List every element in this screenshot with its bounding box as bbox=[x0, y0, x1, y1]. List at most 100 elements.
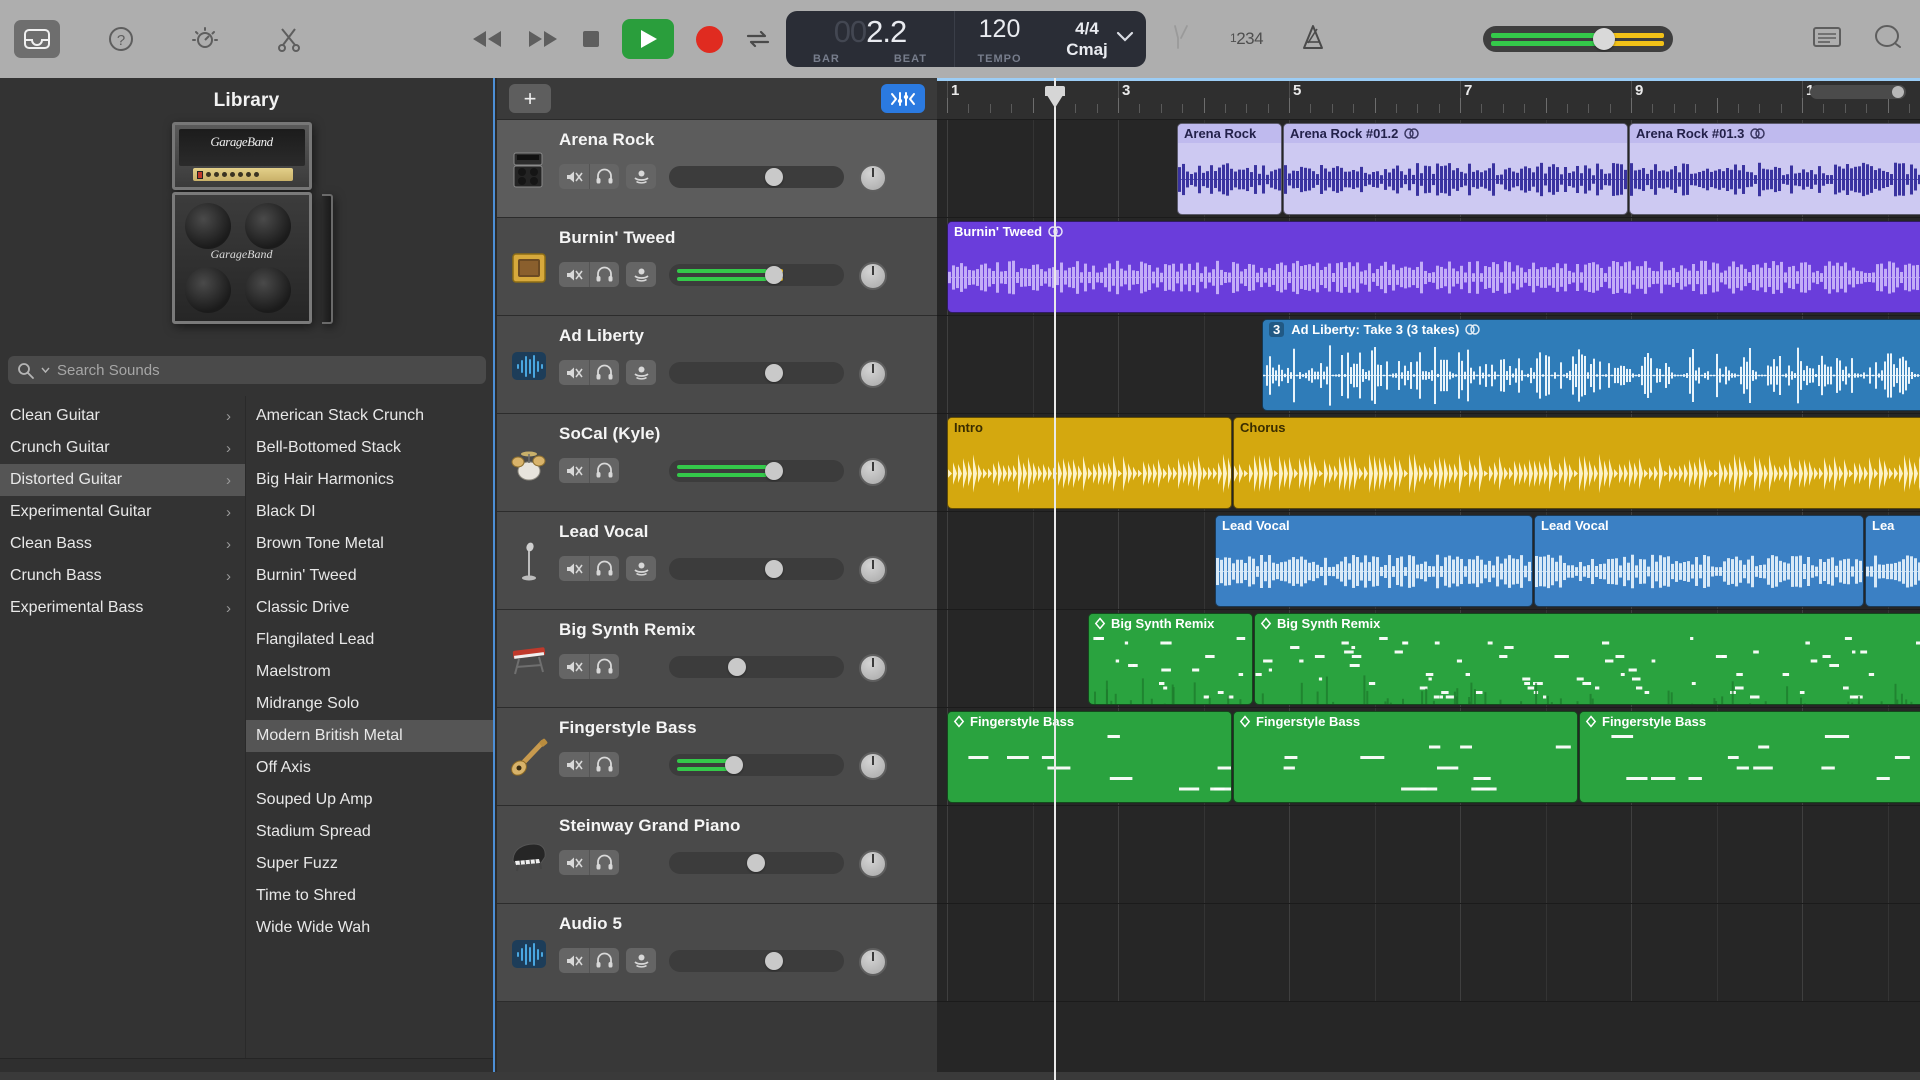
library-patch-midrange-solo[interactable]: Midrange Solo bbox=[246, 688, 493, 720]
track-lane[interactable]: 3 Ad Liberty: Take 3 (3 takes) bbox=[937, 316, 1920, 414]
track-header[interactable]: Lead Vocal bbox=[497, 512, 937, 610]
track-solo-button[interactable] bbox=[589, 948, 619, 973]
track-solo-button[interactable] bbox=[589, 752, 619, 777]
library-category-crunch-bass[interactable]: Crunch Bass › bbox=[0, 560, 245, 592]
track-pan-knob[interactable] bbox=[859, 654, 887, 682]
track-record-enable-button[interactable] bbox=[626, 164, 656, 189]
track-lane[interactable]: Intro Chorus bbox=[937, 414, 1920, 512]
track-mix-button[interactable] bbox=[881, 84, 925, 113]
track-lanes[interactable]: Arena Rock Arena Rock #01.2 Arena Rock #01… bbox=[937, 120, 1920, 1080]
timeline-region[interactable]: Burnin' Tweed bbox=[947, 221, 1920, 313]
add-track-button[interactable]: + bbox=[509, 84, 551, 113]
loop-browser-button[interactable] bbox=[1872, 23, 1902, 56]
library-patch-flangilated-lead[interactable]: Flangilated Lead bbox=[246, 624, 493, 656]
track-mute-button[interactable] bbox=[559, 360, 589, 385]
track-volume-slider[interactable] bbox=[669, 852, 844, 874]
region-header[interactable]: Lea bbox=[1866, 516, 1920, 535]
track-record-enable-button[interactable] bbox=[626, 262, 656, 287]
track-volume-knob[interactable] bbox=[725, 756, 743, 774]
track-lane[interactable]: Big Synth Remix Big Synth Remix bbox=[937, 610, 1920, 708]
track-volume-slider[interactable] bbox=[669, 656, 844, 678]
track-lane[interactable]: Lead Vocal Lead Vocal Lea bbox=[937, 512, 1920, 610]
track-pan-knob[interactable] bbox=[859, 556, 887, 584]
track-mute-button[interactable] bbox=[559, 654, 589, 679]
track-volume-knob[interactable] bbox=[765, 364, 783, 382]
timeline-region[interactable]: Lead Vocal bbox=[1534, 515, 1864, 607]
track-lane[interactable]: Arena Rock Arena Rock #01.2 Arena Rock #01… bbox=[937, 120, 1920, 218]
region-header[interactable]: 3 Ad Liberty: Take 3 (3 takes) bbox=[1263, 320, 1920, 339]
timeline-region[interactable]: Arena Rock #01.2 bbox=[1283, 123, 1628, 215]
region-header[interactable]: Arena Rock #01.2 bbox=[1284, 124, 1627, 143]
track-mute-button[interactable] bbox=[559, 850, 589, 875]
library-patch-maelstrom[interactable]: Maelstrom bbox=[246, 656, 493, 688]
search-scope-chevron-down-icon[interactable] bbox=[41, 367, 50, 374]
library-category-crunch-guitar[interactable]: Crunch Guitar › bbox=[0, 432, 245, 464]
tuner-button[interactable] bbox=[1168, 22, 1194, 57]
cycle-button[interactable] bbox=[745, 28, 771, 50]
help-button[interactable]: ? bbox=[98, 20, 144, 58]
track-solo-button[interactable] bbox=[589, 458, 619, 483]
track-volume-slider[interactable] bbox=[669, 558, 844, 580]
library-patch-burnin-tweed[interactable]: Burnin' Tweed bbox=[246, 560, 493, 592]
track-lane[interactable] bbox=[937, 904, 1920, 1002]
horizontal-scrollbar[interactable] bbox=[1810, 85, 1906, 99]
metronome-button[interactable] bbox=[1299, 23, 1327, 56]
region-header[interactable]: Big Synth Remix bbox=[1089, 614, 1252, 633]
track-record-enable-button[interactable] bbox=[626, 360, 656, 385]
track-pan-knob[interactable] bbox=[859, 360, 887, 388]
track-pan-knob[interactable] bbox=[859, 262, 887, 290]
region-header[interactable]: Burnin' Tweed bbox=[948, 222, 1920, 241]
track-header[interactable]: Burnin' Tweed bbox=[497, 218, 937, 316]
track-pan-knob[interactable] bbox=[859, 164, 887, 192]
smart-controls-button[interactable] bbox=[182, 20, 228, 58]
library-patch-bell-bottomed-stack[interactable]: Bell-Bottomed Stack bbox=[246, 432, 493, 464]
lcd-chevron-down-icon[interactable] bbox=[1116, 30, 1134, 48]
library-category-clean-guitar[interactable]: Clean Guitar › bbox=[0, 400, 245, 432]
library-patch-american-stack-crunch[interactable]: American Stack Crunch bbox=[246, 400, 493, 432]
track-volume-slider[interactable] bbox=[669, 460, 844, 482]
library-patch-black-di[interactable]: Black DI bbox=[246, 496, 493, 528]
rewind-button[interactable] bbox=[470, 29, 504, 49]
track-mute-button[interactable] bbox=[559, 458, 589, 483]
play-button[interactable] bbox=[622, 19, 674, 59]
timeline-region[interactable]: Arena Rock bbox=[1177, 123, 1282, 215]
library-patch-super-fuzz[interactable]: Super Fuzz bbox=[246, 848, 493, 880]
track-lane[interactable] bbox=[937, 806, 1920, 904]
region-header[interactable]: Big Synth Remix bbox=[1255, 614, 1920, 633]
track-solo-button[interactable] bbox=[589, 850, 619, 875]
notes-pad-button[interactable] bbox=[1812, 25, 1842, 54]
track-mute-button[interactable] bbox=[559, 164, 589, 189]
region-header[interactable]: Intro bbox=[948, 418, 1231, 437]
track-pan-knob[interactable] bbox=[859, 948, 887, 976]
editors-button[interactable] bbox=[266, 20, 312, 58]
timeline-region[interactable]: Fingerstyle Bass bbox=[947, 711, 1232, 803]
region-header[interactable]: Arena Rock #01.3 bbox=[1630, 124, 1920, 143]
master-volume-slider[interactable] bbox=[1483, 26, 1673, 52]
track-volume-knob[interactable] bbox=[728, 658, 746, 676]
region-header[interactable]: Fingerstyle Bass bbox=[1234, 712, 1577, 731]
track-volume-knob[interactable] bbox=[747, 854, 765, 872]
timeline-area[interactable]: 1357911 Arena RockArena Rock #01.2Arena … bbox=[937, 78, 1920, 1080]
region-header[interactable]: Fingerstyle Bass bbox=[1580, 712, 1920, 731]
track-volume-slider[interactable] bbox=[669, 950, 844, 972]
region-header[interactable]: Lead Vocal bbox=[1216, 516, 1532, 535]
track-pan-knob[interactable] bbox=[859, 850, 887, 878]
search-sounds-field[interactable]: Search Sounds bbox=[8, 356, 486, 384]
library-patch-time-to-shred[interactable]: Time to Shred bbox=[246, 880, 493, 912]
track-header[interactable]: SoCal (Kyle) bbox=[497, 414, 937, 512]
timeline-region[interactable]: Lea bbox=[1865, 515, 1920, 607]
region-header[interactable]: Fingerstyle Bass bbox=[948, 712, 1231, 731]
library-category-experimental-guitar[interactable]: Experimental Guitar › bbox=[0, 496, 245, 528]
track-lane[interactable]: Fingerstyle Bass Fingerstyle Bass Fingerst… bbox=[937, 708, 1920, 806]
timeline-region[interactable]: Lead Vocal bbox=[1215, 515, 1533, 607]
stop-button[interactable] bbox=[582, 30, 600, 48]
library-category-clean-bass[interactable]: Clean Bass › bbox=[0, 528, 245, 560]
lcd-tempo[interactable]: 120 TEMPO bbox=[954, 11, 1044, 67]
lcd-position[interactable]: 00 2 . 2 BAR BEAT bbox=[786, 11, 954, 67]
track-mute-button[interactable] bbox=[559, 556, 589, 581]
library-patch-big-hair-harmonics[interactable]: Big Hair Harmonics bbox=[246, 464, 493, 496]
region-header[interactable]: Arena Rock bbox=[1178, 124, 1281, 143]
library-patch-souped-up-amp[interactable]: Souped Up Amp bbox=[246, 784, 493, 816]
track-volume-slider[interactable] bbox=[669, 166, 844, 188]
track-header[interactable]: Ad Liberty bbox=[497, 316, 937, 414]
